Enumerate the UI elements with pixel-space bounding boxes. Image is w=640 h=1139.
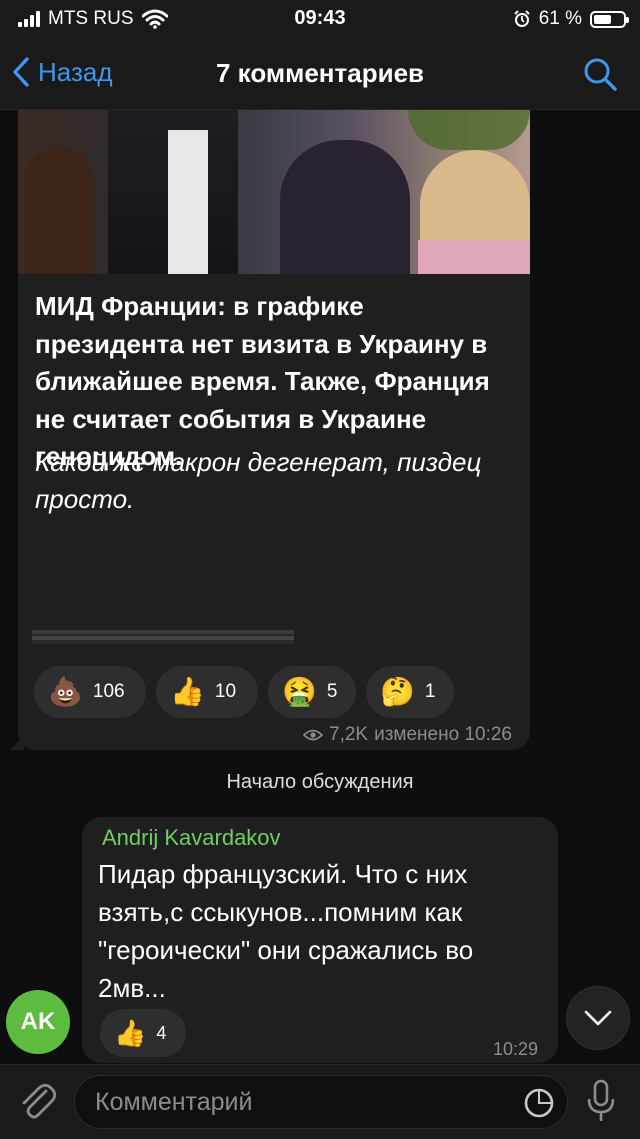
voice-button[interactable]	[586, 1079, 616, 1128]
status-right: 61 %	[513, 8, 629, 30]
thumbs-up-emoji-icon: 👍	[170, 676, 205, 707]
reaction-count: 1	[424, 681, 436, 702]
chevron-down-icon	[584, 1010, 612, 1026]
alarm-icon	[513, 10, 530, 27]
reaction-count: 5	[326, 681, 338, 702]
post-reactions: 💩 106 👍 10 🤮 5 🤔 1	[34, 666, 454, 718]
discussion-start-label: Начало обсуждения	[226, 771, 414, 793]
post-meta: 7,2K изменено 10:26	[303, 724, 512, 746]
comment-input[interactable]	[95, 1076, 515, 1128]
nav-bar: Назад 7 комментариев	[0, 38, 640, 110]
redacted-link[interactable]	[32, 630, 294, 644]
reaction-count: 4	[156, 1022, 167, 1043]
comment-bubble: Andrij Kavardakov Пидар французский. Что…	[82, 817, 558, 1063]
edited-time: изменено 10:26	[374, 724, 512, 745]
search-button[interactable]	[582, 56, 618, 97]
sticker-button[interactable]	[523, 1087, 555, 1124]
battery-icon	[590, 10, 629, 28]
eye-icon	[303, 729, 323, 741]
status-bar: MTS RUS 09:43 61 %	[0, 0, 640, 38]
avatar[interactable]: AK	[6, 990, 70, 1054]
scroll-down-button[interactable]	[566, 986, 630, 1050]
paperclip-icon	[22, 1083, 57, 1119]
reaction-thinking[interactable]: 🤔 1	[366, 666, 454, 718]
thinking-emoji-icon: 🤔	[380, 676, 415, 707]
reaction-vomit[interactable]: 🤮 5	[268, 666, 356, 718]
reaction-count: 10	[214, 681, 237, 702]
thumbs-up-emoji-icon: 👍	[114, 1017, 147, 1048]
attach-button[interactable]	[18, 1081, 58, 1128]
page-title: 7 комментариев	[215, 58, 425, 88]
reaction-poo[interactable]: 💩 106	[34, 666, 146, 718]
comment-time: 10:29	[492, 1039, 538, 1059]
comment-author[interactable]: Andrij Kavardakov	[102, 825, 281, 851]
input-bar	[0, 1064, 640, 1139]
reaction-thumbs-up[interactable]: 👍 10	[156, 666, 258, 718]
search-icon	[584, 58, 617, 91]
poo-emoji-icon: 💩	[48, 676, 83, 707]
vomit-emoji-icon: 🤮	[282, 676, 317, 707]
comment-input-wrapper	[74, 1075, 568, 1129]
view-count: 7,2K	[329, 724, 369, 745]
channel-post: МИД Франции: в графике президента нет ви…	[18, 110, 530, 750]
microphone-icon	[587, 1079, 615, 1121]
sticker-icon	[524, 1088, 554, 1118]
reaction-count: 106	[92, 681, 125, 702]
post-photo[interactable]	[18, 110, 530, 274]
comment-reaction-thumbs-up[interactable]: 👍 4	[100, 1009, 186, 1057]
battery-percent: 61 %	[538, 8, 582, 29]
post-italic-text: Какой же макрон дегенерат, пиздец просто…	[35, 447, 482, 514]
comment-text: Пидар французский. Что с них взять,с ссы…	[98, 859, 474, 1003]
